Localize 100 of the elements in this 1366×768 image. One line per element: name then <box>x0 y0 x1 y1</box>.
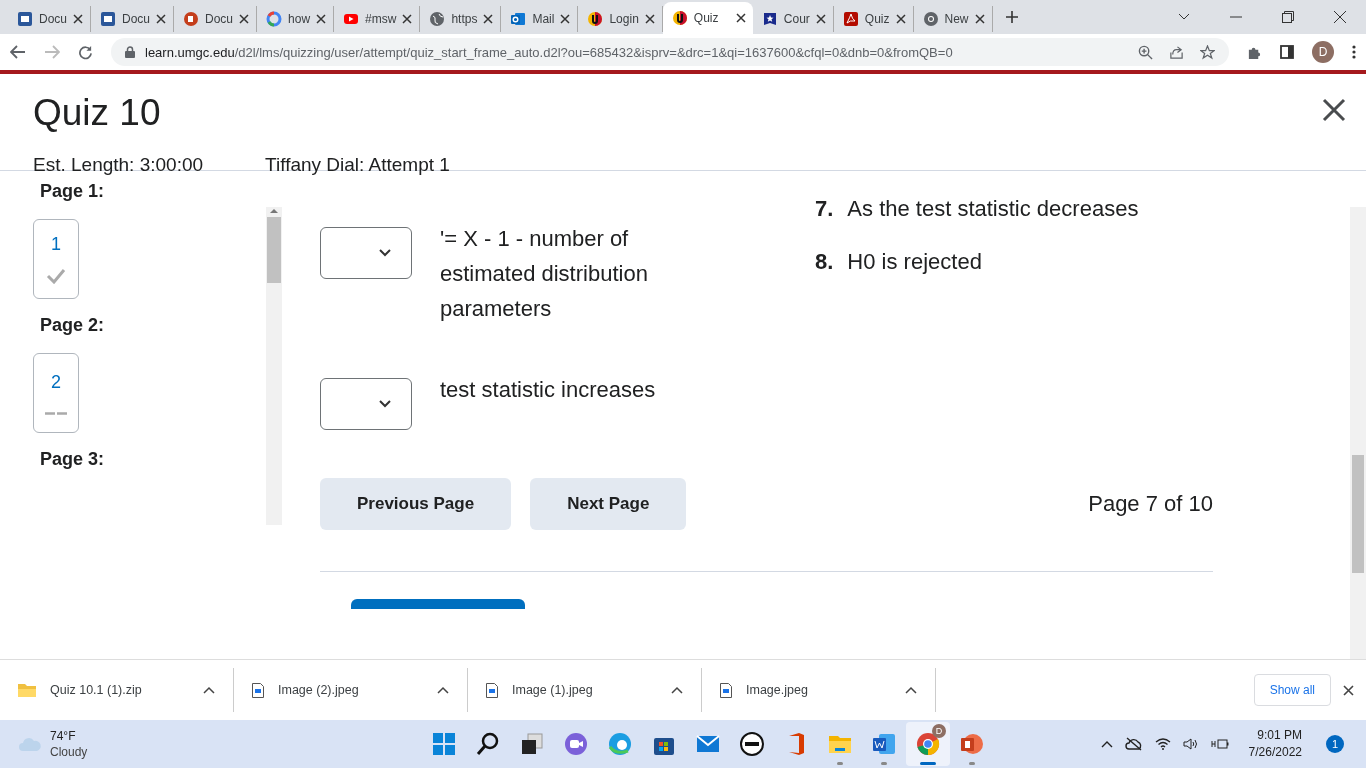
profile-avatar[interactable]: D <box>1312 41 1334 63</box>
dropdown[interactable] <box>320 227 412 279</box>
slides-icon <box>959 731 985 757</box>
match-text: '= X - 1 - number of estimated distribution parameters <box>440 225 649 323</box>
back-icon[interactable] <box>10 45 26 59</box>
star-icon[interactable] <box>1200 44 1215 60</box>
close-icon[interactable] <box>483 14 494 24</box>
new-tab-icon[interactable] <box>1004 10 1019 24</box>
speaker-icon[interactable] <box>1182 738 1199 750</box>
close-icon[interactable] <box>895 14 906 24</box>
scrollbar[interactable] <box>1350 207 1366 659</box>
wifi-icon[interactable] <box>1154 738 1171 750</box>
image-file-icon <box>720 682 732 698</box>
browser-tab[interactable]: Cour <box>752 6 834 32</box>
address-field[interactable]: learn.umgc.edu/d2l/lms/quizzing/user/attempt/quiz_start_frame_auto.d2l?ou=685432&isprv=&drc=1&qi=1637600&cfql=0&dnb=0&fromQB=0 <box>111 38 1229 66</box>
close-icon[interactable] <box>1322 98 1346 122</box>
browser-tab[interactable]: Mail <box>501 6 579 32</box>
folder-icon <box>18 683 36 697</box>
search-icon <box>475 731 501 757</box>
browser-icon <box>607 731 633 757</box>
close-icon[interactable] <box>735 13 746 23</box>
menu-icon[interactable] <box>1352 45 1356 59</box>
chevron-up-icon[interactable] <box>905 686 917 694</box>
choice-text: H0 is rejected <box>847 249 982 275</box>
side-panel-icon[interactable] <box>1280 45 1294 59</box>
chevron-down-icon[interactable] <box>1178 13 1190 21</box>
page-button[interactable]: Next Page <box>530 478 687 530</box>
close-icon[interactable] <box>1334 11 1346 23</box>
download-item[interactable]: Image (1).jpeg <box>512 683 657 697</box>
scrollbar-thumb[interactable] <box>267 217 281 283</box>
word-icon <box>17 11 33 27</box>
cloud-off-icon[interactable] <box>1124 737 1143 751</box>
page-button[interactable]: Previous Page <box>320 478 512 530</box>
show-all-button[interactable]: Show all <box>1253 674 1331 706</box>
dash-icon <box>45 411 67 415</box>
star-icon <box>761 11 778 27</box>
clock-date[interactable]: 7/26/2022 <box>1248 744 1302 761</box>
word-icon <box>100 11 116 27</box>
close-icon[interactable] <box>560 14 571 24</box>
browser-tab[interactable]: Quiz <box>662 2 753 34</box>
close-icon[interactable] <box>644 14 655 24</box>
url-text: learn.umgc.edu/d2l/lms/quizzing/user/attempt/quiz_start_frame_auto.d2l?ou=685432&isprv=&drc=1&qi=1637600&cfql=0&dnb=0&fromQB=0 <box>145 44 953 60</box>
scrollbar[interactable] <box>266 207 282 525</box>
pdf-icon <box>842 11 859 27</box>
temperature[interactable]: 74°F <box>50 728 88 744</box>
page-label: Page 2: <box>40 315 106 335</box>
page-indicator: Page 7 of 10 <box>1088 491 1213 517</box>
browser-tab[interactable]: Docu <box>8 6 91 32</box>
close-icon[interactable] <box>156 14 167 24</box>
close-icon[interactable] <box>815 14 826 24</box>
browser-tab[interactable]: New <box>913 6 993 32</box>
taskbar-button[interactable]: D <box>906 722 950 766</box>
question-link[interactable]: 2 <box>33 353 79 433</box>
close-icon[interactable] <box>974 14 985 24</box>
download-item[interactable]: Image (2).jpeg <box>278 683 423 697</box>
download-item[interactable]: Image.jpeg <box>746 683 891 697</box>
close-icon[interactable] <box>73 14 83 24</box>
browser-tab[interactable]: Login <box>578 6 663 32</box>
chevron-up-icon[interactable] <box>671 686 683 694</box>
close-icon[interactable] <box>239 14 250 24</box>
question-link[interactable]: 1 <box>33 219 79 299</box>
weather-condition[interactable]: Cloudy <box>50 744 88 760</box>
chat-icon <box>563 731 589 757</box>
choice-number: 8. <box>815 249 834 275</box>
caret-icon <box>379 400 391 408</box>
start-icon <box>431 731 457 757</box>
dropdown[interactable] <box>320 378 412 430</box>
image-file-icon <box>486 682 498 698</box>
browser-tab[interactable]: how <box>257 6 335 32</box>
chevron-up-icon[interactable] <box>437 686 449 694</box>
battery-icon[interactable] <box>1210 738 1229 750</box>
page-label: Page 3: <box>40 449 106 469</box>
browser-tab[interactable]: Docu <box>91 6 175 32</box>
browser-tab[interactable]: Quiz <box>833 6 914 32</box>
chevron-up-icon[interactable] <box>1100 740 1113 748</box>
close-icon[interactable] <box>1343 684 1354 696</box>
download-item[interactable]: Quiz 10.1 (1).zip <box>50 683 189 697</box>
quiz-title: Quiz 10 <box>33 91 162 135</box>
share-icon[interactable] <box>1169 44 1184 60</box>
close-icon[interactable] <box>316 14 327 24</box>
scroll-up-icon[interactable] <box>270 207 278 213</box>
notification-badge[interactable]: 1 <box>1326 735 1344 753</box>
scrollbar-thumb[interactable] <box>1352 455 1364 573</box>
image-file-icon <box>252 682 264 698</box>
cloud-icon <box>18 736 42 752</box>
choice-text: As the test statistic decreases <box>847 196 1139 222</box>
google-icon <box>266 11 283 27</box>
browser-tab[interactable]: Docu <box>174 6 258 32</box>
close-icon[interactable] <box>402 14 413 24</box>
browser-tab[interactable]: https <box>420 6 502 32</box>
zoom-icon[interactable] <box>1138 44 1153 60</box>
restore-icon[interactable] <box>1282 11 1294 23</box>
chevron-up-icon[interactable] <box>203 686 215 694</box>
slides-icon <box>183 11 200 27</box>
browser-tab[interactable]: #msw <box>334 6 421 32</box>
video-icon <box>343 11 360 27</box>
profile-badge: D <box>932 724 946 738</box>
mail-icon <box>510 11 527 27</box>
clock-time[interactable]: 9:01 PM <box>1257 727 1302 744</box>
reload-icon[interactable] <box>78 44 93 60</box>
